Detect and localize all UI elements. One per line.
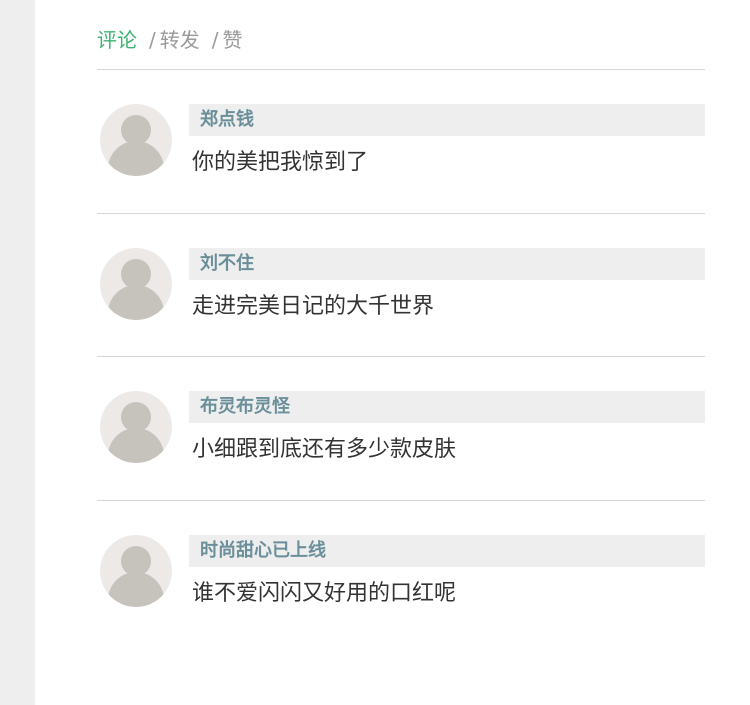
- tab-reposts[interactable]: 转发: [160, 28, 200, 52]
- tabs-row: 评论 / 转发 / 赞: [97, 28, 243, 52]
- author-name[interactable]: 郑点钱: [200, 110, 254, 130]
- author-name-bar: 刘不住: [189, 247, 705, 280]
- comment-tabs: 评论 / 转发 / 赞: [97, 0, 705, 70]
- author-name[interactable]: 刘不住: [200, 253, 254, 274]
- comment-item: 刘不住 走进完美日记的大千世界: [97, 214, 705, 357]
- author-name-bar: 时尚甜心已上线: [189, 534, 705, 567]
- default-user-avatar-icon[interactable]: [100, 247, 172, 320]
- comment-item: 时尚甜心已上线 谁不爱闪闪又好用的口红呢: [97, 501, 705, 645]
- comment-text: 走进完美日记的大千世界: [192, 293, 435, 319]
- comment-text: 小细跟到底还有多少款皮肤: [192, 437, 457, 462]
- comment-text: 谁不爱闪闪又好用的口红呢: [192, 580, 457, 606]
- avatar-body-shape: [108, 571, 164, 607]
- comments-panel: 评论/转发/赞 郑点钱 你的美把我惊到了 刘不住 走进完美日记的大千世界: [97, 0, 705, 644]
- default-user-avatar-icon[interactable]: [100, 534, 172, 607]
- comment-item: 郑点钱 你的美把我惊到了: [97, 70, 705, 214]
- avatar-body-shape: [108, 141, 164, 176]
- author-name[interactable]: 时尚甜心已上线: [200, 540, 326, 561]
- comment-item: 布灵布灵怪 小细跟到底还有多少款皮肤: [97, 357, 705, 501]
- default-user-avatar-icon[interactable]: [100, 104, 172, 176]
- comments-page: 评论/转发/赞 郑点钱 你的美把我惊到了 刘不住 走进完美日记的大千世界: [0, 0, 750, 705]
- tab-comments[interactable]: 评论: [97, 28, 137, 52]
- author-name[interactable]: 布灵布灵怪: [200, 397, 290, 417]
- avatar-body-shape: [108, 428, 164, 463]
- author-name-bar: 郑点钱: [189, 104, 705, 136]
- avatar-body-shape: [108, 284, 164, 320]
- comment-text: 你的美把我惊到了: [192, 150, 369, 175]
- left-sidebar-strip: [0, 0, 35, 705]
- tab-separator: /: [211, 28, 219, 52]
- author-name-bar: 布灵布灵怪: [189, 391, 705, 423]
- tab-separator: /: [149, 28, 156, 52]
- default-user-avatar-icon[interactable]: [100, 391, 172, 463]
- tab-likes[interactable]: 赞: [223, 28, 243, 52]
